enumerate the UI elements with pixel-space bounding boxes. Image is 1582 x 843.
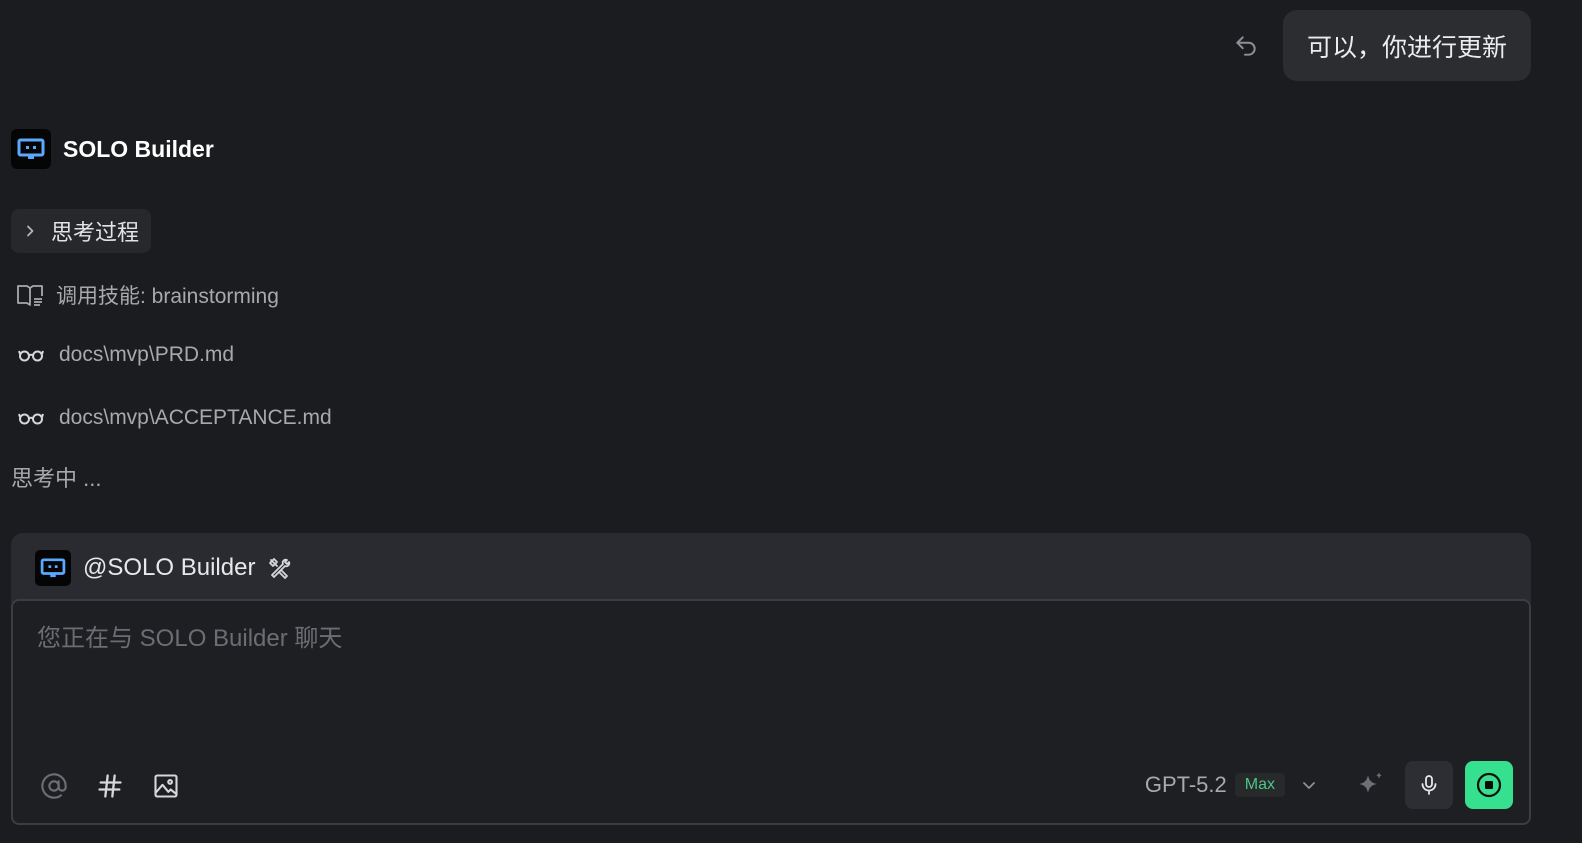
chat-input[interactable] (37, 619, 1437, 659)
mention-label: @SOLO Builder (83, 554, 256, 581)
chevron-right-icon (27, 225, 34, 237)
user-message-row: 可以，你进行更新 (1229, 10, 1531, 81)
context-button[interactable] (93, 769, 127, 803)
thought-process-toggle[interactable]: 思考过程 (11, 209, 152, 253)
model-selector[interactable]: GPT-5.2 Max (1145, 772, 1317, 798)
chat-page: 可以，你进行更新 SOLO Builder 思考过程 调用技能: brainst… (0, 0, 1582, 843)
voice-input-button[interactable] (1405, 761, 1453, 809)
model-name: GPT-5.2 (1144, 772, 1227, 797)
skill-step-text: 调用技能: brainstorming (56, 285, 279, 308)
microphone-icon (1421, 775, 1437, 795)
user-message-bubble: 可以，你进行更新 (1282, 10, 1531, 81)
stop-generation-button[interactable] (1465, 761, 1513, 809)
file-step[interactable]: docs\mvp\PRD.md (18, 343, 234, 367)
file-step[interactable]: docs\mvp\ACCEPTANCE.md (18, 406, 332, 430)
composer-mention-bar: @SOLO Builder (11, 533, 1531, 603)
glasses-icon (18, 350, 44, 362)
file-step-text: docs\mvp\ACCEPTANCE.md (59, 406, 332, 429)
tools-icon[interactable] (267, 556, 291, 580)
book-icon (17, 285, 43, 306)
mention-avatar (35, 550, 71, 586)
thought-process-label: 思考过程 (51, 220, 140, 245)
agent-header: SOLO Builder (11, 129, 214, 169)
chevron-down-icon (1303, 782, 1315, 789)
composer-box: GPT-5.2 Max (11, 599, 1531, 825)
undo-button[interactable] (1229, 29, 1263, 63)
composer-tools (37, 769, 183, 803)
bot-icon (40, 558, 66, 578)
skill-step: 调用技能: brainstorming (16, 280, 279, 310)
chat-composer: @SOLO Builder 您正在与 SOLO Builder 聊天 GPT-5… (11, 533, 1531, 825)
glasses-icon (18, 413, 44, 425)
sparkle-icon (1359, 772, 1382, 793)
composer-actions: GPT-5.2 Max (1145, 761, 1513, 809)
model-mode-badge: Max (1234, 773, 1285, 797)
file-step-text: docs\mvp\PRD.md (59, 343, 235, 366)
at-icon (41, 773, 67, 799)
undo-icon (1236, 35, 1256, 56)
agent-name: SOLO Builder (63, 135, 214, 162)
stop-icon (1476, 772, 1502, 798)
enhance-prompt-button[interactable] (1349, 763, 1393, 807)
image-icon (154, 774, 178, 798)
bot-icon (17, 138, 45, 159)
mention-button[interactable] (37, 769, 71, 803)
image-upload-button[interactable] (149, 769, 183, 803)
agent-avatar (11, 129, 51, 169)
thinking-status: 思考中 ... (11, 466, 102, 491)
hash-icon (98, 774, 122, 798)
